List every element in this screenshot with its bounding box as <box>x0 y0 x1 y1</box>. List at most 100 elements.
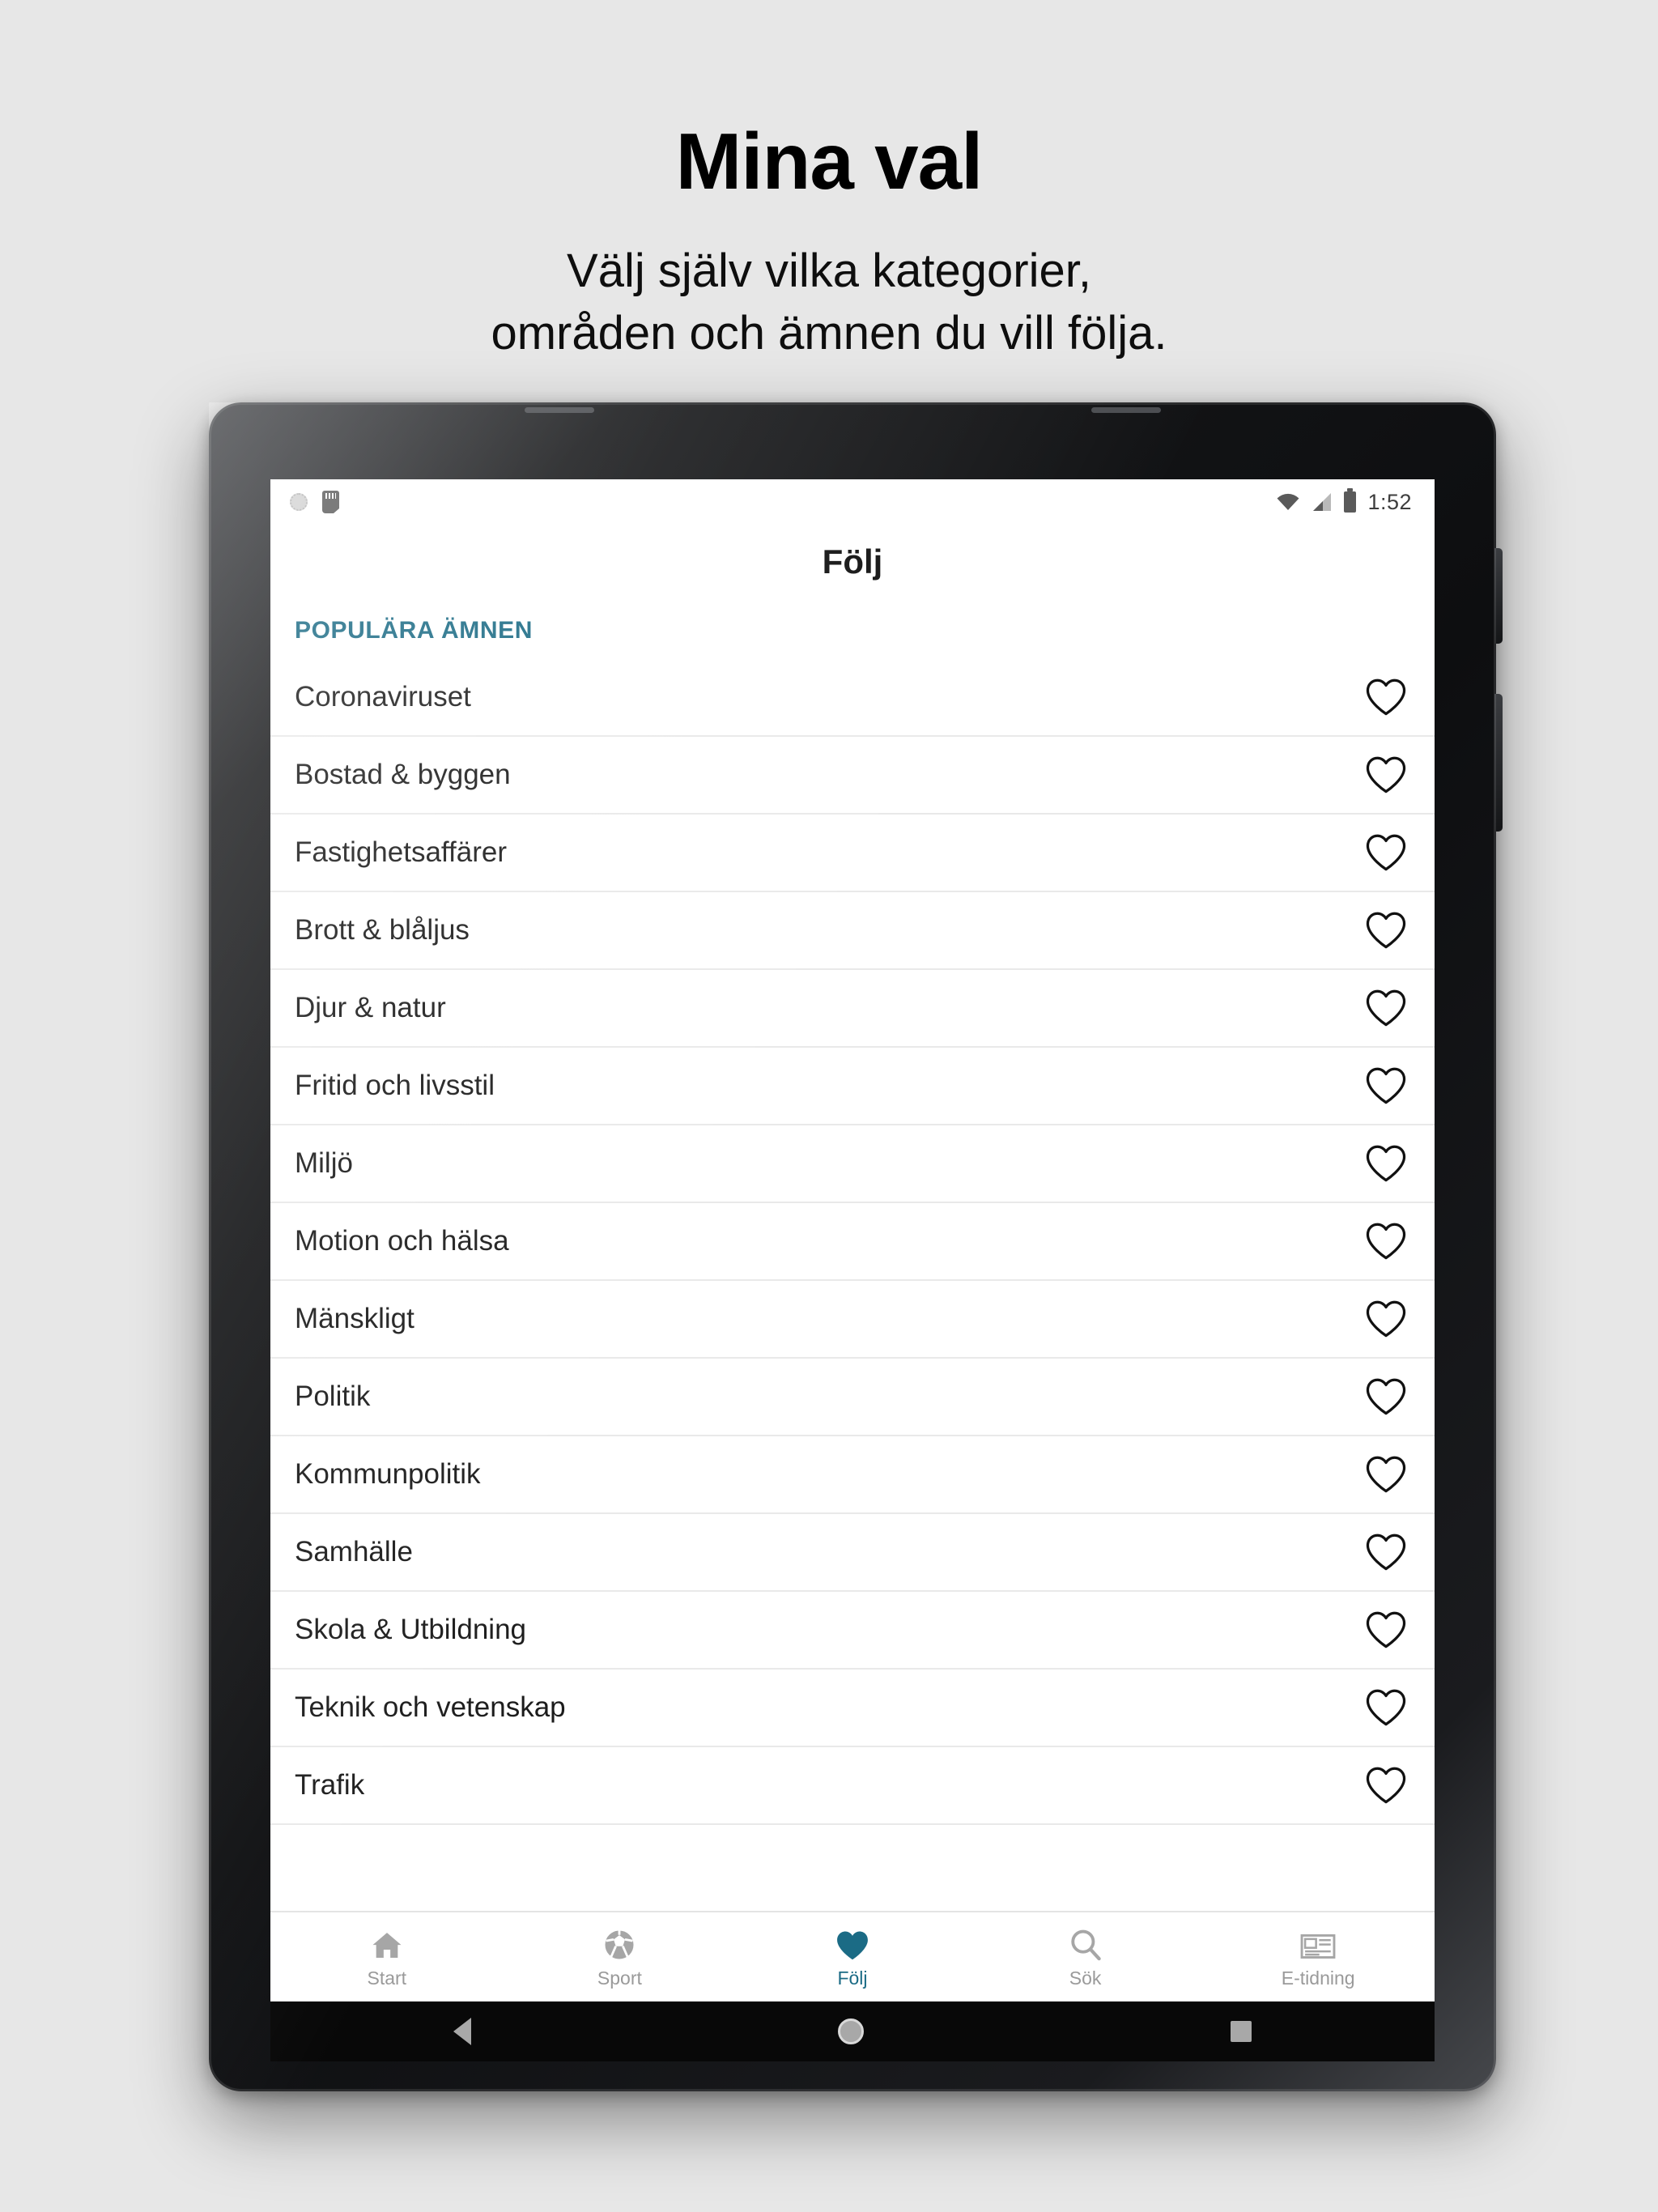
heart-icon <box>1366 1067 1406 1104</box>
tab-f-lj[interactable]: Följ <box>736 1912 969 2001</box>
follow-heart-button[interactable] <box>1365 1687 1407 1729</box>
topics-list: Coronaviruset Bostad & byggen Fastighetsaf… <box>270 659 1435 1825</box>
tab-label: Start <box>367 1967 407 1989</box>
topic-label: Mänskligt <box>295 1303 414 1334</box>
promo-subtitle-line-1: Välj själv vilka kategorier, <box>567 245 1091 297</box>
heart-icon <box>1366 1767 1406 1804</box>
wifi-icon <box>1277 493 1299 510</box>
volume-button[interactable] <box>1494 694 1503 832</box>
topic-label: Trafik <box>295 1769 365 1801</box>
table-row[interactable]: Miljö <box>270 1125 1435 1203</box>
heart-icon <box>1366 912 1406 949</box>
table-row[interactable]: Teknik och vetenskap <box>270 1670 1435 1747</box>
follow-heart-button[interactable] <box>1365 987 1407 1029</box>
topic-label: Motion och hälsa <box>295 1225 509 1257</box>
recent-apps-square-icon[interactable] <box>1230 2021 1252 2042</box>
tab-e-tidning[interactable]: E-tidning <box>1201 1912 1435 2001</box>
tab-label: E-tidning <box>1281 1967 1355 1989</box>
table-row[interactable]: Bostad & byggen <box>270 737 1435 815</box>
soccer-ball-icon <box>602 1925 636 1962</box>
status-bar-right: 1:52 <box>1276 488 1412 515</box>
topic-label: Fritid och livsstil <box>295 1070 495 1101</box>
follow-heart-button[interactable] <box>1365 1531 1407 1573</box>
table-row[interactable]: Motion och hälsa <box>270 1203 1435 1281</box>
promo-subtitle: Välj själv vilka kategorier, områden och… <box>0 240 1658 364</box>
topic-label: Politik <box>295 1380 371 1412</box>
heart-icon <box>1366 1378 1406 1415</box>
tab-label: Sport <box>597 1967 642 1989</box>
tab-start[interactable]: Start <box>270 1912 504 2001</box>
heart-icon <box>1366 1223 1406 1260</box>
table-row[interactable]: Djur & natur <box>270 970 1435 1048</box>
follow-heart-button[interactable] <box>1365 1764 1407 1806</box>
topic-label: Bostad & byggen <box>295 759 511 790</box>
topic-label: Brott & blåljus <box>295 914 470 946</box>
promo-subtitle-line-2: områden och ämnen du vill följa. <box>491 307 1167 360</box>
follow-heart-button[interactable] <box>1365 832 1407 874</box>
topic-label: Teknik och vetenskap <box>295 1691 566 1723</box>
topic-label: Fastighetsaffärer <box>295 836 507 868</box>
topics-list-container[interactable]: POPULÄRA ÄMNEN Coronaviruset Bostad & byg… <box>270 599 1435 1911</box>
table-row[interactable]: Fritid och livsstil <box>270 1048 1435 1125</box>
follow-heart-button[interactable] <box>1365 1298 1407 1340</box>
follow-heart-button[interactable] <box>1365 1220 1407 1262</box>
table-row[interactable]: Politik <box>270 1359 1435 1436</box>
heart-icon <box>1366 1300 1406 1338</box>
follow-heart-button[interactable] <box>1365 909 1407 951</box>
table-row[interactable]: Coronaviruset <box>270 659 1435 737</box>
app-bar: Följ <box>270 525 1435 599</box>
section-header-popular-topics: POPULÄRA ÄMNEN <box>295 617 533 644</box>
table-row[interactable]: Mänskligt <box>270 1281 1435 1359</box>
follow-heart-button[interactable] <box>1365 1376 1407 1418</box>
home-circle-icon[interactable] <box>837 2018 864 2044</box>
newspaper-icon <box>1300 1925 1336 1962</box>
follow-heart-button[interactable] <box>1365 754 1407 796</box>
home-icon <box>369 1925 405 1962</box>
tab-label: Sök <box>1069 1967 1102 1989</box>
page-title: Mina val <box>675 117 984 206</box>
battery-icon <box>1344 488 1357 513</box>
speaker-notch-left <box>525 407 594 413</box>
status-bar: 1:52 <box>270 479 1435 525</box>
follow-heart-button[interactable] <box>1365 1453 1407 1495</box>
bottom-tab-bar: Start Sport Följ Sök E-tidning <box>270 1911 1435 2001</box>
tablet-device: 1:52 Följ POPULÄRA ÄMNEN Coronaviruset Bo… <box>209 402 1503 2091</box>
table-row[interactable]: Samhälle <box>270 1514 1435 1592</box>
android-navigation-bar <box>270 2001 1435 2061</box>
table-row[interactable]: Brott & blåljus <box>270 892 1435 970</box>
follow-heart-button[interactable] <box>1365 1142 1407 1185</box>
topic-label: Coronaviruset <box>295 681 471 713</box>
promo-header: Mina val Välj själv vilka kategorier, om… <box>0 0 1658 364</box>
table-row[interactable]: Skola & Utbildning <box>270 1592 1435 1670</box>
follow-heart-button[interactable] <box>1365 1609 1407 1651</box>
status-bar-clock: 1:52 <box>1367 489 1412 514</box>
promo-page: Mina val Välj själv vilka kategorier, om… <box>0 0 1658 2212</box>
heart-icon <box>1366 678 1406 716</box>
back-triangle-icon[interactable] <box>453 2018 472 2045</box>
topic-label: Kommunpolitik <box>295 1458 481 1490</box>
heart-icon <box>1366 1456 1406 1493</box>
follow-heart-button[interactable] <box>1365 676 1407 718</box>
heart-icon <box>1366 1689 1406 1726</box>
heart-icon <box>1366 1611 1406 1648</box>
heart-icon <box>835 1925 870 1962</box>
device-screen: 1:52 Följ POPULÄRA ÄMNEN Coronaviruset Bo… <box>270 479 1435 2001</box>
heart-icon <box>1366 1145 1406 1182</box>
heart-icon <box>1366 1534 1406 1571</box>
sim-card-icon <box>322 491 339 513</box>
follow-heart-button[interactable] <box>1365 1065 1407 1107</box>
table-row[interactable]: Fastighetsaffärer <box>270 815 1435 892</box>
heart-icon <box>1366 834 1406 871</box>
status-bar-left <box>290 491 339 513</box>
table-row[interactable]: Kommunpolitik <box>270 1436 1435 1514</box>
tab-label: Följ <box>837 1967 868 1989</box>
tab-sport[interactable]: Sport <box>504 1912 737 2001</box>
topic-label: Djur & natur <box>295 992 446 1023</box>
table-row[interactable]: Trafik <box>270 1747 1435 1825</box>
power-button[interactable] <box>1494 548 1503 644</box>
tab-s-k[interactable]: Sök <box>969 1912 1202 2001</box>
topic-label: Miljö <box>295 1147 353 1179</box>
topic-label: Samhälle <box>295 1536 413 1568</box>
speaker-notch-right <box>1091 407 1161 413</box>
app-bar-title: Följ <box>822 542 883 581</box>
